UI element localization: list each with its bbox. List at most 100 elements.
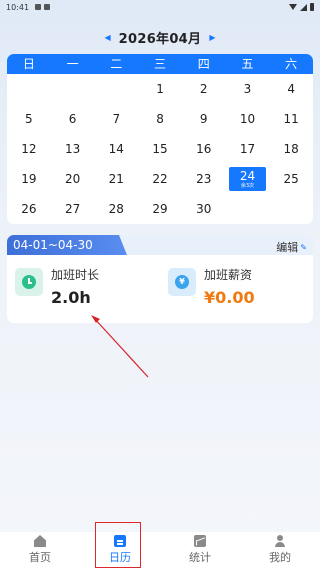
day-3[interactable]: 3 <box>226 74 270 104</box>
day-number: 7 <box>112 112 121 126</box>
day-number: 26 <box>21 202 37 216</box>
notification-icon-2 <box>44 4 51 10</box>
day-25[interactable]: 25 <box>269 164 313 194</box>
user-icon <box>274 535 286 547</box>
day-10[interactable]: 10 <box>226 104 270 134</box>
day-number: 1 <box>156 82 164 96</box>
date-range-tab: 04-01~04-30 <box>7 235 127 255</box>
weekday-fri: 五 <box>241 57 254 71</box>
calendar-days: 1 2 3 4 5 6 7 8 9 10 11 12 13 14 15 16 17 18 19 20 21 22 23 24 余… <box>7 74 313 224</box>
day-6[interactable]: 6 <box>51 104 95 134</box>
weekday-thu: 四 <box>197 57 210 71</box>
day-number: 21 <box>108 172 124 186</box>
summary-header: 04-01~04-30 编辑 ✎ <box>7 235 313 255</box>
day-empty <box>94 74 138 104</box>
day-number: 3 <box>243 82 252 96</box>
overtime-hours-value: 2.0h <box>51 288 91 307</box>
tab-calendar-label: 日历 <box>109 551 131 564</box>
day-22[interactable]: 22 <box>138 164 182 194</box>
week-row: 26 27 28 29 30 <box>7 194 313 224</box>
day-number: 28 <box>108 202 124 216</box>
home-icon <box>34 535 46 547</box>
day-7[interactable]: 7 <box>94 104 138 134</box>
day-empty <box>226 194 270 224</box>
day-number: 14 <box>108 142 124 156</box>
tab-mine[interactable]: 我的 <box>240 532 320 568</box>
day-29[interactable]: 29 <box>138 194 182 224</box>
day-28[interactable]: 28 <box>94 194 138 224</box>
day-number: 22 <box>152 172 168 186</box>
day-30[interactable]: 30 <box>182 194 226 224</box>
day-5[interactable]: 5 <box>7 104 51 134</box>
day-26[interactable]: 26 <box>7 194 51 224</box>
day-1[interactable]: 1 <box>138 74 182 104</box>
day-number: 11 <box>283 112 299 126</box>
pencil-icon: ✎ <box>300 242 307 252</box>
day-14[interactable]: 14 <box>94 134 138 164</box>
tab-mine-label: 我的 <box>269 551 291 564</box>
day-24[interactable]: 24 余3次 <box>226 164 270 194</box>
day-9[interactable]: 9 <box>182 104 226 134</box>
summary-body: 加班时长 2.0h ¥ 加班薪资 ¥0.00 <box>7 255 313 307</box>
day-20[interactable]: 20 <box>51 164 95 194</box>
tab-stats[interactable]: 统计 <box>160 532 240 568</box>
tab-calendar[interactable]: 日历 <box>80 532 160 568</box>
day-empty <box>7 74 51 104</box>
month-navigation: ◀ 2026年04月 ▶ <box>0 27 320 47</box>
day-19[interactable]: 19 <box>7 164 51 194</box>
week-row: 12 13 14 15 16 17 18 <box>7 134 313 164</box>
weekday-sun: 日 <box>22 57 35 71</box>
day-18[interactable]: 18 <box>269 134 313 164</box>
day-number: 24 <box>239 169 256 183</box>
day-4[interactable]: 4 <box>269 74 313 104</box>
weekday-mon: 一 <box>66 57 79 71</box>
day-number: 23 <box>196 172 212 186</box>
day-2[interactable]: 2 <box>182 74 226 104</box>
day-number: 29 <box>152 202 168 216</box>
day-number: 15 <box>152 142 168 156</box>
day-number: 8 <box>156 112 164 126</box>
day-number: 5 <box>25 112 33 126</box>
tab-home[interactable]: 首页 <box>0 532 80 568</box>
day-number: 16 <box>196 142 212 156</box>
overtime-hours-stat: 加班时长 2.0h <box>7 267 160 307</box>
signal-icon <box>300 3 307 11</box>
battery-icon <box>310 3 314 11</box>
day-empty <box>51 74 95 104</box>
week-row: 1 2 3 4 <box>7 74 313 104</box>
day-8[interactable]: 8 <box>138 104 182 134</box>
tab-stats-label: 统计 <box>189 551 211 564</box>
overtime-hours-label: 加班时长 <box>51 268 100 282</box>
day-number: 19 <box>21 172 37 186</box>
edit-button[interactable]: 编辑 ✎ <box>276 239 307 255</box>
day-13[interactable]: 13 <box>51 134 95 164</box>
calendar-icon <box>114 535 126 547</box>
day-number: 27 <box>64 202 81 216</box>
day-number: 6 <box>68 112 77 126</box>
month-title[interactable]: 2026年04月 <box>119 28 202 47</box>
calendar: 日 一 二 三 四 五 六 1 2 3 4 5 6 7 8 9 10 11 12 13 14 15 16 17 1… <box>7 54 313 224</box>
weekday-sat: 六 <box>285 57 298 71</box>
day-17[interactable]: 17 <box>226 134 270 164</box>
stats-icon <box>194 535 206 547</box>
day-16[interactable]: 16 <box>182 134 226 164</box>
day-number: 30 <box>196 202 212 216</box>
day-21[interactable]: 21 <box>94 164 138 194</box>
weekday-wed: 三 <box>154 57 167 71</box>
day-number: 2 <box>199 82 208 96</box>
day-11[interactable]: 11 <box>269 104 313 134</box>
next-month-button[interactable]: ▶ <box>209 33 215 42</box>
day-23[interactable]: 23 <box>182 164 226 194</box>
day-27[interactable]: 27 <box>51 194 95 224</box>
day-sub-label: 余3次 <box>240 183 255 189</box>
day-12[interactable]: 12 <box>7 134 51 164</box>
status-time: 10:41 <box>6 2 30 12</box>
day-number: 20 <box>64 172 81 186</box>
tab-home-label: 首页 <box>29 551 51 564</box>
prev-month-button[interactable]: ◀ <box>105 33 111 42</box>
day-number: 4 <box>287 82 295 96</box>
notification-icon <box>35 4 42 10</box>
day-15[interactable]: 15 <box>138 134 182 164</box>
week-row: 19 20 21 22 23 24 余3次 25 <box>7 164 313 194</box>
day-number: 25 <box>283 172 299 186</box>
